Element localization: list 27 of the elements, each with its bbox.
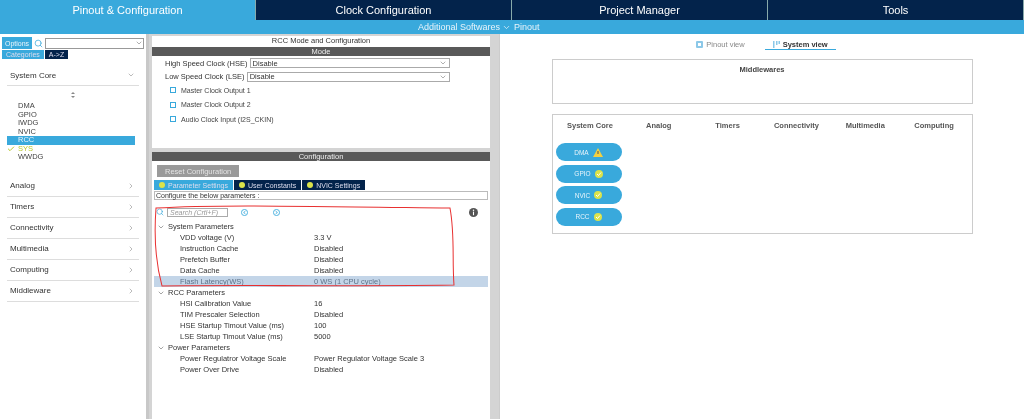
checkbox[interactable] (170, 116, 176, 123)
category-header[interactable]: Connectivity (7, 217, 139, 239)
next-icon[interactable] (273, 208, 280, 216)
checkbox[interactable] (170, 101, 176, 108)
search-icon[interactable] (156, 208, 164, 216)
category-header[interactable]: Multimedia (7, 238, 139, 260)
category-header[interactable]: System Core (7, 65, 139, 86)
category-header[interactable]: Timers (7, 196, 139, 218)
previous-icon[interactable] (241, 208, 248, 216)
chevron-right-icon (127, 202, 135, 211)
category-header[interactable]: Analog (7, 175, 139, 197)
chevron-right-icon (127, 223, 135, 232)
chevron-down-icon (135, 39, 143, 47)
category-header[interactable]: Middleware (7, 280, 139, 302)
checkmark-icon (7, 144, 15, 153)
info-icon[interactable] (469, 207, 478, 217)
chevron-right-icon (127, 181, 135, 190)
checkbox[interactable] (170, 87, 176, 94)
chevron-right-icon (127, 265, 135, 274)
search-dropdown[interactable] (45, 37, 144, 49)
search-icon[interactable] (34, 38, 44, 48)
sort-icon[interactable] (71, 92, 75, 98)
category-header[interactable]: Computing (7, 259, 139, 281)
chevron-right-icon (127, 286, 135, 295)
chevron-down-icon (127, 71, 135, 79)
bars-icon (772, 40, 780, 48)
chevron-right-icon (127, 244, 135, 253)
